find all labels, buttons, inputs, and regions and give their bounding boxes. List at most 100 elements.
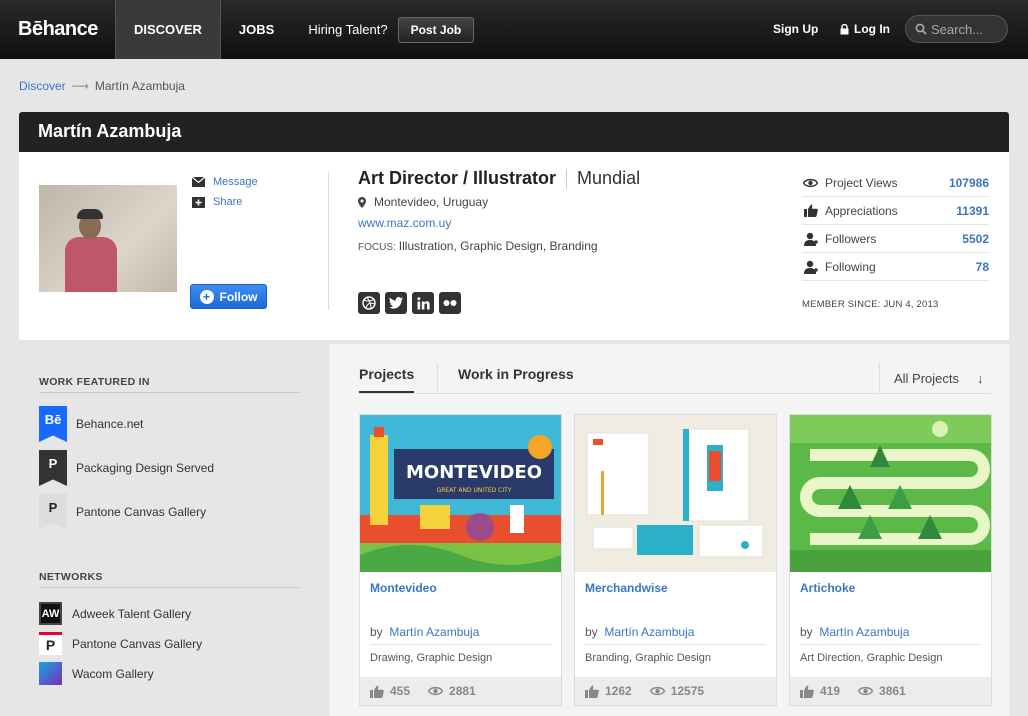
stat-label: Appreciations [825, 203, 898, 218]
avatar[interactable] [39, 185, 177, 292]
network-pantone[interactable]: P Pantone Canvas Gallery [39, 632, 202, 655]
sign-up-link[interactable]: Sign Up [773, 22, 818, 36]
plus-icon: + [199, 289, 214, 304]
thumb-montevideo-subtext: GREAT AND UNITED CITY [437, 487, 512, 494]
project-views: 2881 [449, 684, 476, 698]
featured-label: Packaging Design Served [76, 461, 215, 475]
featured-title: WORK FEATURED IN [39, 376, 150, 388]
nav-discover[interactable]: DISCOVER [115, 0, 221, 59]
by-label: by [585, 625, 598, 639]
follow-button[interactable]: + Follow [190, 284, 267, 309]
person-icon [802, 260, 819, 274]
project-views: 12575 [670, 684, 705, 698]
avatar-person-cap [77, 209, 103, 219]
focus-label: FOCUS: [358, 242, 396, 253]
project-thumbnail[interactable]: MONTEVIDEO GREAT AND UNITED CITY [360, 415, 561, 572]
message-link[interactable]: Message [192, 172, 258, 192]
follow-label: Follow [219, 289, 258, 304]
project-thumbnail[interactable] [790, 415, 991, 572]
card-rule [800, 644, 981, 645]
featured-pantone-canvas[interactable]: P Pantone Canvas Gallery [39, 494, 206, 530]
project-card-artichoke[interactable]: Artichoke by Martín Azambuja Art Directi… [789, 414, 992, 706]
stat-appreciations: Appreciations 11391 [802, 197, 989, 225]
occupation-company: Mundial [577, 168, 641, 188]
eye-icon [858, 686, 874, 696]
flickr-icon[interactable] [439, 292, 461, 314]
breadcrumb-current: Martín Azambuja [94, 79, 185, 93]
breadcrumb-arrow-icon: ⟶ [71, 79, 89, 93]
person-icon [802, 232, 819, 246]
stat-label: Following [825, 259, 876, 274]
stat-value[interactable]: 78 [976, 260, 989, 274]
network-label: Adweek Talent Gallery [72, 606, 192, 621]
occupation-line: Art Director / Illustrator Mundial [358, 168, 640, 189]
focus-line: FOCUS: Illustration, Graphic Design, Bran… [358, 239, 598, 253]
project-card-merchandwise[interactable]: Merchandwise by Martín Azambuja Branding… [574, 414, 777, 706]
behance-badge-icon: Bē [39, 406, 67, 442]
pantone-icon: P [39, 632, 62, 655]
project-appreciations: 1262 [605, 684, 632, 698]
network-wacom[interactable]: Wacom Gallery [39, 662, 154, 685]
project-owner-link[interactable]: Martín Azambuja [604, 625, 694, 639]
share-link[interactable]: Share [192, 192, 258, 212]
all-projects-label: All Projects [894, 370, 960, 386]
stat-value[interactable]: 107986 [949, 176, 989, 190]
networks-title: NETWORKS [39, 571, 103, 583]
stat-value[interactable]: 11391 [956, 204, 989, 218]
network-label: Pantone Canvas Gallery [72, 636, 203, 651]
search-box[interactable] [905, 15, 1008, 43]
stat-label: Followers [825, 231, 877, 246]
lock-icon [840, 23, 849, 34]
featured-packaging-design-served[interactable]: P Packaging Design Served [39, 450, 214, 486]
focus-value: Illustration, Graphic Design, Branding [398, 239, 598, 253]
search-input[interactable] [931, 21, 1001, 37]
location-pin-icon [358, 196, 366, 208]
website-link[interactable]: www.maz.com.uy [358, 216, 451, 230]
featured-behance[interactable]: Bē Behance.net [39, 406, 143, 442]
stat-label: Project Views [825, 175, 898, 190]
project-byline: by Martín Azambuja [370, 625, 479, 639]
project-stats: 419 3861 [790, 677, 991, 705]
log-in-link[interactable]: Log In [840, 22, 890, 36]
tab-work-in-progress[interactable]: Work in Progress [458, 366, 574, 382]
network-adweek[interactable]: AW Adweek Talent Gallery [39, 602, 191, 625]
packaging-badge-icon: P [39, 450, 67, 486]
project-fields: Drawing, Graphic Design [370, 652, 493, 664]
card-rule [585, 644, 766, 645]
envelope-icon [192, 177, 205, 187]
network-label: Wacom Gallery [72, 666, 154, 681]
profile-card: Message Share + Follow Art Director / Il… [19, 152, 1009, 340]
by-label: by [370, 625, 383, 639]
project-owner-link[interactable]: Martín Azambuja [819, 625, 909, 639]
by-label: by [800, 625, 813, 639]
profile-divider [328, 172, 329, 310]
stat-following: Following 78 [802, 253, 989, 281]
dribbble-icon[interactable] [358, 292, 380, 314]
tab-projects[interactable]: Projects [359, 366, 415, 393]
thumbs-up-icon [802, 204, 819, 217]
occupation-role: Art Director / Illustrator [358, 168, 557, 188]
eye-icon [649, 686, 665, 696]
message-label: Message [213, 176, 258, 188]
post-job-button[interactable]: Post Job [397, 16, 475, 43]
project-title[interactable]: Artichoke [800, 581, 855, 595]
breadcrumb-discover[interactable]: Discover [19, 79, 66, 93]
project-card-montevideo[interactable]: MONTEVIDEO GREAT AND UNITED CITY Montevi… [359, 414, 562, 706]
stat-value[interactable]: 5502 [962, 232, 989, 246]
project-stats: 455 2881 [360, 677, 561, 705]
adweek-icon: AW [39, 602, 62, 625]
project-stats: 1262 12575 [575, 677, 776, 705]
all-projects-dropdown[interactable]: All Projects ↓ [879, 363, 991, 393]
location: Montevideo, Uruguay [358, 195, 488, 209]
linkedin-icon[interactable] [412, 292, 434, 314]
project-title[interactable]: Montevideo [370, 581, 437, 595]
thumbs-up-icon [370, 685, 384, 698]
project-appreciations: 455 [390, 684, 411, 698]
search-icon [915, 23, 927, 35]
project-owner-link[interactable]: Martín Azambuja [389, 625, 479, 639]
nav-jobs[interactable]: JOBS [221, 0, 292, 59]
twitter-icon[interactable] [385, 292, 407, 314]
behance-logo[interactable]: Bēhance [18, 18, 115, 41]
project-title[interactable]: Merchandwise [585, 581, 668, 595]
project-thumbnail[interactable] [575, 415, 776, 572]
